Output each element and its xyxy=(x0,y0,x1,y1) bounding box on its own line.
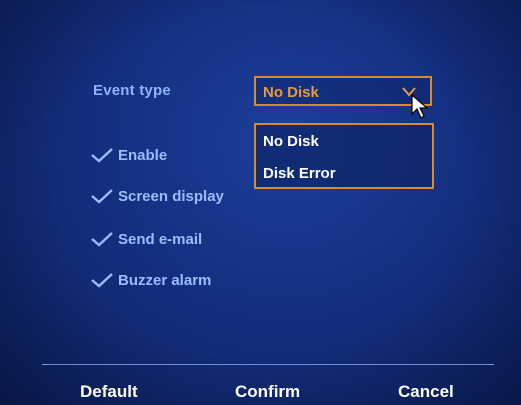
option-disk-error[interactable]: Disk Error xyxy=(263,165,336,182)
cancel-button[interactable]: Cancel xyxy=(398,382,454,402)
event-settings-screen: Event type No Disk No Disk Disk Error En… xyxy=(0,0,521,405)
send-email-checkbox[interactable]: Send e-mail xyxy=(90,228,202,250)
check-icon xyxy=(91,232,113,247)
event-type-label: Event type xyxy=(93,82,171,99)
buzzer-alarm-label: Buzzer alarm xyxy=(118,271,212,289)
enable-label: Enable xyxy=(118,146,168,164)
mouse-cursor-icon xyxy=(411,94,429,119)
check-icon xyxy=(91,273,113,288)
option-no-disk[interactable]: No Disk xyxy=(263,133,319,150)
buzzer-alarm-checkbox[interactable]: Buzzer alarm xyxy=(90,269,211,291)
confirm-button[interactable]: Confirm xyxy=(235,382,300,402)
event-type-options-list: No Disk Disk Error xyxy=(254,123,434,189)
footer-divider xyxy=(42,364,494,365)
enable-checkbox[interactable]: Enable xyxy=(90,144,167,166)
send-email-label: Send e-mail xyxy=(118,230,203,248)
check-icon xyxy=(91,189,113,204)
default-button[interactable]: Default xyxy=(80,382,138,402)
event-type-selected-value: No Disk xyxy=(263,84,319,101)
event-type-dropdown[interactable]: No Disk xyxy=(254,76,432,106)
check-icon xyxy=(91,148,113,163)
screen-display-label: Screen display xyxy=(118,187,224,205)
screen-display-checkbox[interactable]: Screen display xyxy=(90,185,224,207)
